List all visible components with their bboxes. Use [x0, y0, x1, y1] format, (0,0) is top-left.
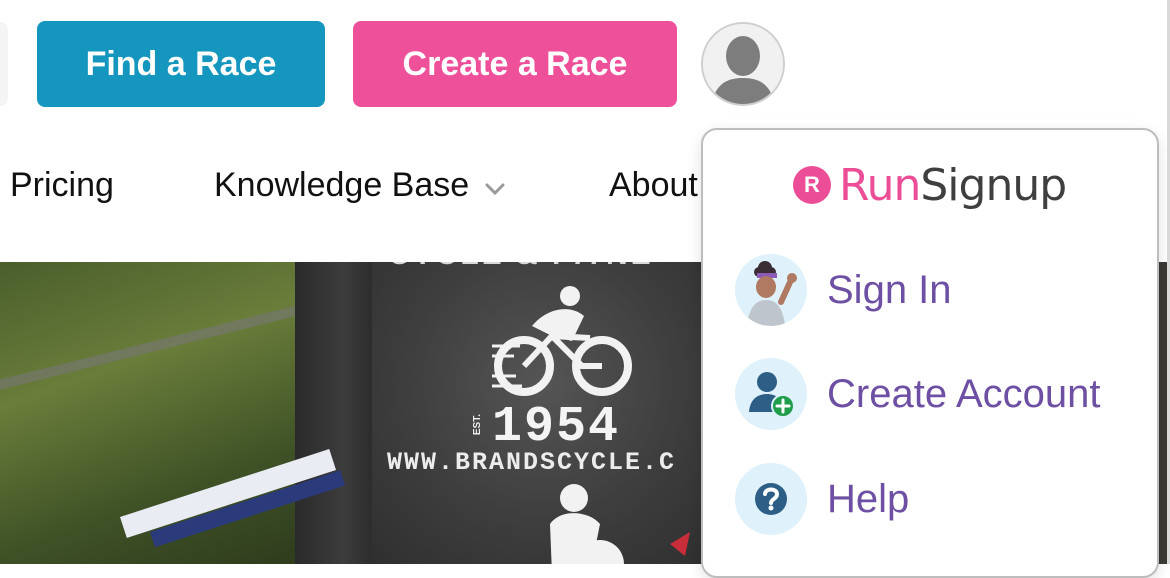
create-account-label: Create Account — [827, 371, 1101, 416]
sign-in-item[interactable]: Sign In — [735, 254, 1135, 326]
find-a-race-button[interactable]: Find a Race — [37, 21, 325, 107]
hero-top-text: CYCLE & FITNE — [388, 262, 654, 272]
brand-run-text: Run — [839, 159, 921, 211]
waving-person-icon — [735, 254, 807, 326]
help-item[interactable]: Help — [735, 463, 1135, 535]
nav-about[interactable]: About — [609, 160, 698, 210]
cyclist-icon — [492, 286, 632, 396]
hero-url-text: WWW.BRANDSCYCLE.C — [387, 448, 677, 477]
add-user-icon — [735, 358, 807, 430]
partial-button[interactable] — [0, 22, 8, 106]
runsignup-logo: R RunSignup — [793, 159, 1067, 211]
hero-side-banner — [295, 262, 375, 564]
create-a-race-button[interactable]: Create a Race — [353, 21, 677, 107]
nav-pricing[interactable]: Pricing — [10, 160, 114, 210]
sign-in-label: Sign In — [827, 267, 952, 312]
chevron-down-icon[interactable] — [485, 166, 505, 205]
nav-knowledge-base-label: Knowledge Base — [214, 165, 470, 204]
brand-mark: R — [793, 166, 831, 204]
account-dropdown: R RunSignup Sign In Create Account Help — [701, 128, 1159, 578]
brand-signup-text: Signup — [920, 159, 1067, 211]
user-avatar-icon[interactable] — [701, 22, 785, 106]
nav-knowledge-base[interactable]: Knowledge Base — [214, 160, 505, 210]
question-icon — [735, 463, 807, 535]
cyclist-icon-2 — [550, 484, 690, 564]
hero-est-text: EST. — [472, 414, 483, 436]
help-label: Help — [827, 476, 910, 521]
create-account-item[interactable]: Create Account — [735, 358, 1135, 430]
